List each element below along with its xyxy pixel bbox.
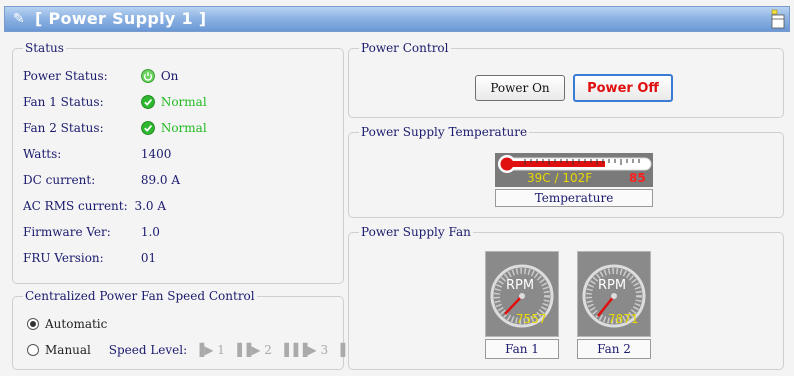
- fru-value: 01: [140, 251, 157, 265]
- temperature-widget: 39C / 102F 85 Temperature: [495, 153, 653, 207]
- edit-icon: ✎: [13, 11, 25, 27]
- speed-bar-icon: ▐▶: [194, 343, 214, 357]
- fan-panel: Power Supply Fan RPM 7557 Fan 1 RPM 7871: [348, 225, 784, 370]
- check-circle-icon: [140, 95, 155, 109]
- firmware-value: 1.0: [140, 225, 160, 239]
- fan-1-card: RPM 7557 Fan 1: [485, 251, 559, 361]
- speed-level-1: ▐▶ 1: [194, 343, 225, 357]
- fru-label: FRU Version:: [23, 251, 104, 265]
- automatic-option[interactable]: Automatic: [27, 317, 107, 331]
- fan2-status-row: Fan 2 Status: Normal: [23, 121, 207, 135]
- power-off-button[interactable]: Power Off: [573, 74, 673, 102]
- window-title: [ Power Supply 1 ]: [35, 9, 207, 28]
- check-circle-icon: [140, 121, 155, 135]
- fan2-status-value: Normal: [160, 121, 207, 135]
- temperature-limit: 85: [629, 171, 646, 185]
- speed-bar-icon: ▐▐▶: [232, 343, 261, 357]
- automatic-label[interactable]: Automatic: [45, 317, 107, 331]
- fan-2-card: RPM 7871 Fan 2: [577, 251, 651, 361]
- dc-current-value: 89.0 A: [140, 173, 181, 187]
- temperature-panel: Power Supply Temperature 39C / 102F 85 T…: [348, 125, 784, 218]
- fan2-status-label: Fan 2 Status:: [23, 121, 104, 135]
- dc-current-label: DC current:: [23, 173, 96, 187]
- temperature-reading: 39C / 102F: [527, 171, 593, 185]
- fan-panel-legend: Power Supply Fan: [359, 225, 473, 239]
- temperature-label: Temperature: [495, 189, 653, 207]
- ac-current-value: 3.0 A: [134, 199, 167, 213]
- manual-option[interactable]: Manual: [27, 343, 91, 357]
- automatic-radio[interactable]: [27, 318, 39, 330]
- manual-label[interactable]: Manual: [45, 343, 91, 357]
- fan-1-gauge: RPM 7557: [485, 251, 559, 337]
- ac-current-label: AC RMS current:: [23, 199, 128, 213]
- power-on-button[interactable]: Power On: [475, 75, 565, 101]
- fan-2-gauge-unit: RPM: [598, 278, 627, 293]
- fan1-status-label: Fan 1 Status:: [23, 95, 104, 109]
- firmware-row: Firmware Ver: 1.0: [23, 225, 160, 239]
- power-on-icon: [140, 69, 155, 83]
- watts-row: Watts: 1400: [23, 147, 171, 161]
- speed-level-3: ▐▐▐▶ 3: [279, 343, 329, 357]
- fan1-status-row: Fan 1 Status: Normal: [23, 95, 207, 109]
- power-status-value: On: [160, 69, 179, 83]
- speed-bar-icon: ▐▐▐▶: [279, 343, 317, 357]
- status-legend: Status: [23, 41, 66, 55]
- fru-row: FRU Version: 01: [23, 251, 156, 265]
- power-control-legend: Power Control: [359, 41, 451, 55]
- ac-current-row: AC RMS current: 3.0 A: [23, 199, 166, 213]
- fan1-status-value: Normal: [160, 95, 207, 109]
- speed-level-2: ▐▐▶ 2: [232, 343, 272, 357]
- manual-radio[interactable]: [27, 344, 39, 356]
- window-restore-icon[interactable]: [771, 9, 785, 29]
- watts-label: Watts:: [23, 147, 62, 161]
- power-control-panel: Power Control Power On Power Off: [348, 41, 784, 118]
- fan-1-label: Fan 1: [485, 339, 559, 359]
- title-bar: ✎ [ Power Supply 1 ]: [4, 6, 790, 32]
- watts-value: 1400: [140, 147, 172, 161]
- fan-1-rpm: 7557: [516, 312, 547, 326]
- status-panel: Status Power Status: On Fan 1 Status: No…: [12, 41, 344, 284]
- speed-level-label: Speed Level:: [108, 343, 188, 357]
- fan-2-label: Fan 2: [577, 339, 651, 359]
- firmware-label: Firmware Ver:: [23, 225, 111, 239]
- power-status-row: Power Status: On: [23, 69, 178, 83]
- temperature-legend: Power Supply Temperature: [359, 125, 530, 139]
- fan-1-gauge-unit: RPM: [506, 278, 535, 293]
- fan-2-gauge: RPM 7871: [577, 251, 651, 337]
- dc-current-row: DC current: 89.0 A: [23, 173, 180, 187]
- fan-speed-control-panel: Centralized Power Fan Speed Control Auto…: [12, 289, 394, 370]
- power-status-label: Power Status:: [23, 69, 108, 83]
- fan-speed-control-legend: Centralized Power Fan Speed Control: [23, 289, 257, 303]
- fan-2-rpm: 7871: [608, 312, 639, 326]
